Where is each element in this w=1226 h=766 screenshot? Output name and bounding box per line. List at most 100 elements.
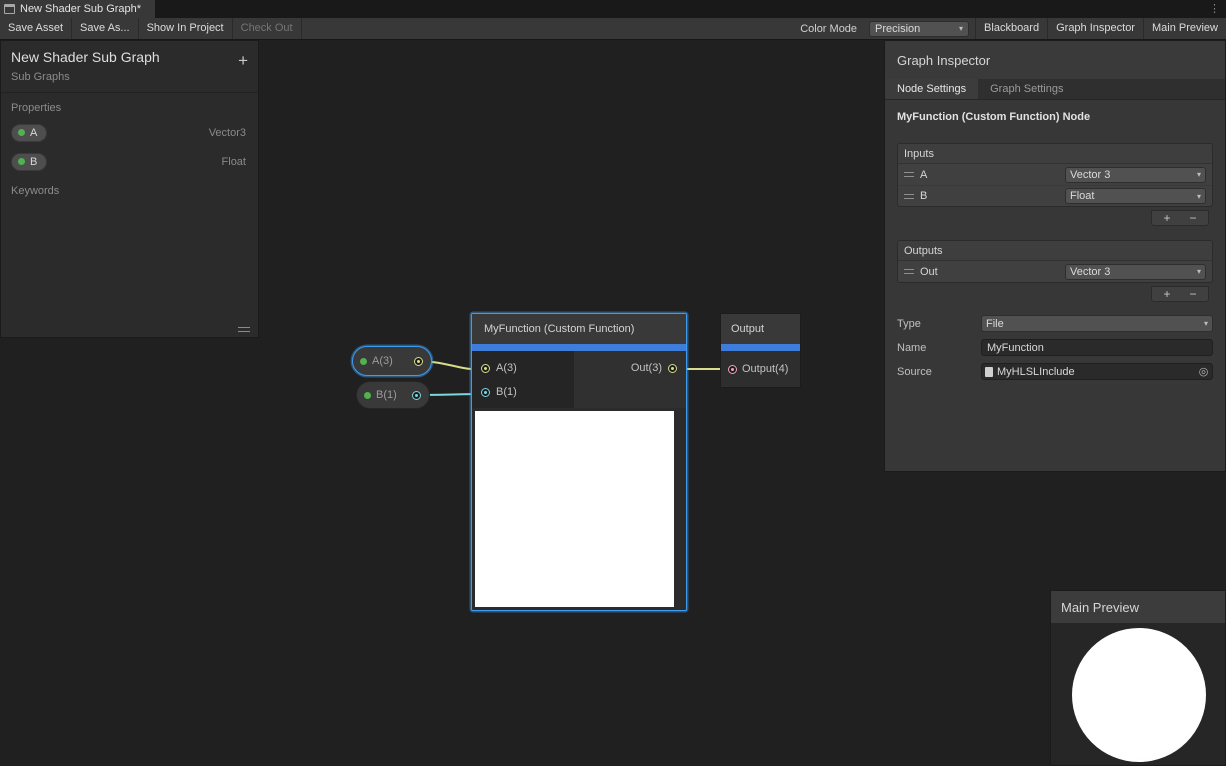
output-port-out[interactable]: [668, 364, 677, 373]
property-node-a[interactable]: A(3): [352, 346, 432, 376]
property-a-name: A: [30, 127, 37, 139]
tab-graph-settings[interactable]: Graph Settings: [978, 79, 1075, 99]
save-asset-button[interactable]: Save Asset: [0, 18, 72, 39]
graph-inspector-title: Graph Inspector: [897, 53, 990, 68]
blackboard-toggle-button[interactable]: Blackboard: [975, 18, 1047, 39]
node-category-bar: [472, 344, 686, 351]
graph-inspector-header[interactable]: Graph Inspector: [885, 41, 1225, 79]
input-port-b[interactable]: [481, 388, 490, 397]
precision-dropdown[interactable]: Precision ▾: [869, 21, 969, 37]
inputs-row-b[interactable]: B Float ▾: [898, 185, 1212, 206]
main-preview-toggle-button[interactable]: Main Preview: [1143, 18, 1226, 39]
object-picker-icon[interactable]: ◎: [1195, 365, 1212, 378]
exposed-dot-icon: [18, 129, 25, 136]
output-port-out-label: Out(3): [631, 362, 662, 374]
input-a-type-dropdown[interactable]: Vector 3 ▾: [1065, 167, 1206, 183]
property-node-a-label: A(3): [372, 355, 393, 367]
remove-input-button[interactable]: −: [1182, 212, 1204, 225]
inputs-row-a[interactable]: A Vector 3 ▾: [898, 164, 1212, 185]
property-b-name: B: [30, 156, 37, 168]
blackboard-header[interactable]: New Shader Sub Graph Sub Graphs +: [1, 41, 258, 93]
output-node[interactable]: Output Output(4): [720, 313, 801, 388]
graph-inspector-toggle-button[interactable]: Graph Inspector: [1047, 18, 1143, 39]
outputs-list: Outputs Out Vector 3 ▾: [897, 240, 1213, 283]
node-output-column: Out(3): [574, 351, 686, 408]
chevron-down-icon: ▾: [1197, 267, 1201, 276]
input-port-row-b: B(1): [472, 380, 574, 404]
keywords-section-label: Keywords: [1, 176, 258, 201]
property-a-output-port[interactable]: [414, 357, 423, 366]
output-out-type-dropdown[interactable]: Vector 3 ▾: [1065, 264, 1206, 280]
property-pill-a[interactable]: A: [11, 124, 47, 142]
blackboard-panel: New Shader Sub Graph Sub Graphs + Proper…: [0, 40, 259, 338]
output-out-name: Out: [920, 266, 938, 278]
preview-sphere: [1072, 628, 1206, 762]
blackboard-resize-handle[interactable]: [238, 327, 250, 332]
name-field-row: Name: [897, 339, 1213, 356]
name-input[interactable]: [981, 339, 1213, 356]
selected-node-title: MyFunction (Custom Function) Node: [897, 111, 1213, 123]
main-preview-header[interactable]: Main Preview: [1051, 591, 1225, 623]
input-port-a-label: A(3): [496, 362, 517, 374]
property-b-output-port[interactable]: [412, 391, 421, 400]
show-in-project-button[interactable]: Show In Project: [139, 18, 233, 39]
property-a-type: Vector3: [209, 127, 246, 139]
tab-node-settings[interactable]: Node Settings: [885, 79, 978, 99]
asset-tab[interactable]: New Shader Sub Graph*: [0, 0, 155, 18]
blackboard-property-row[interactable]: A Vector3: [1, 118, 258, 147]
input-a-name: A: [920, 169, 927, 181]
node-preview: [475, 411, 674, 607]
inspector-tab-bar: Node Settings Graph Settings: [885, 79, 1225, 100]
outputs-row-out[interactable]: Out Vector 3 ▾: [898, 261, 1212, 282]
drag-handle-icon[interactable]: [904, 269, 914, 274]
output-node-title[interactable]: Output: [721, 314, 800, 344]
chevron-down-icon: ▾: [959, 24, 963, 33]
window-tab-bar: New Shader Sub Graph* ⋮: [0, 0, 1226, 18]
chevron-down-icon: ▾: [1197, 192, 1201, 201]
custom-function-node-title[interactable]: MyFunction (Custom Function): [472, 314, 686, 344]
input-b-type-dropdown[interactable]: Float ▾: [1065, 188, 1206, 204]
add-property-button[interactable]: +: [238, 53, 248, 69]
add-input-button[interactable]: +: [1156, 212, 1178, 225]
toolbar: Save Asset Save As... Show In Project Ch…: [0, 18, 1226, 40]
graph-canvas[interactable]: A(3) B(1) MyFunction (Custom Function) A…: [0, 40, 1226, 766]
input-b-type-value: Float: [1070, 190, 1094, 202]
main-preview-body[interactable]: [1051, 623, 1225, 765]
blackboard-property-row[interactable]: B Float: [1, 147, 258, 176]
chevron-down-icon: ▾: [1197, 170, 1201, 179]
property-node-b[interactable]: B(1): [356, 381, 430, 409]
node-input-column: A(3) B(1): [472, 351, 574, 408]
properties-section-label: Properties: [1, 93, 258, 118]
source-object-name: MyHLSLInclude: [997, 366, 1075, 378]
remove-output-button[interactable]: −: [1182, 288, 1204, 301]
output-node-input-port[interactable]: [728, 365, 737, 374]
type-dropdown[interactable]: File ▾: [981, 315, 1213, 332]
input-port-b-label: B(1): [496, 386, 517, 398]
file-icon: [985, 367, 993, 377]
property-pill-b[interactable]: B: [11, 153, 47, 171]
input-port-row-a: A(3): [472, 356, 574, 380]
input-b-name: B: [920, 190, 927, 202]
type-dropdown-value: File: [986, 318, 1004, 330]
output-port-row-out: Out(3): [574, 356, 686, 380]
save-as-button[interactable]: Save As...: [72, 18, 139, 39]
blackboard-subtitle: Sub Graphs: [11, 71, 248, 83]
window-menu-icon[interactable]: ⋮: [1209, 0, 1226, 18]
outputs-list-header: Outputs: [898, 241, 1212, 261]
add-output-button[interactable]: +: [1156, 288, 1178, 301]
source-object-field[interactable]: MyHLSLInclude ◎: [981, 363, 1213, 380]
property-b-type: Float: [222, 156, 246, 168]
input-port-a[interactable]: [481, 364, 490, 373]
drag-handle-icon[interactable]: [904, 194, 914, 199]
exposed-dot-icon: [360, 358, 367, 365]
precision-dropdown-value: Precision: [875, 23, 920, 35]
source-field-label: Source: [897, 366, 981, 378]
type-field-row: Type File ▾: [897, 315, 1213, 332]
custom-function-node[interactable]: MyFunction (Custom Function) A(3) B(1) O…: [471, 313, 687, 611]
drag-handle-icon[interactable]: [904, 172, 914, 177]
graph-inspector-panel: Graph Inspector Node Settings Graph Sett…: [884, 40, 1226, 472]
inspector-body: MyFunction (Custom Function) Node Inputs…: [885, 111, 1225, 380]
output-node-port-label: Output(4): [742, 363, 788, 375]
check-out-button[interactable]: Check Out: [233, 18, 302, 39]
outputs-list-footer: + −: [1151, 286, 1209, 302]
